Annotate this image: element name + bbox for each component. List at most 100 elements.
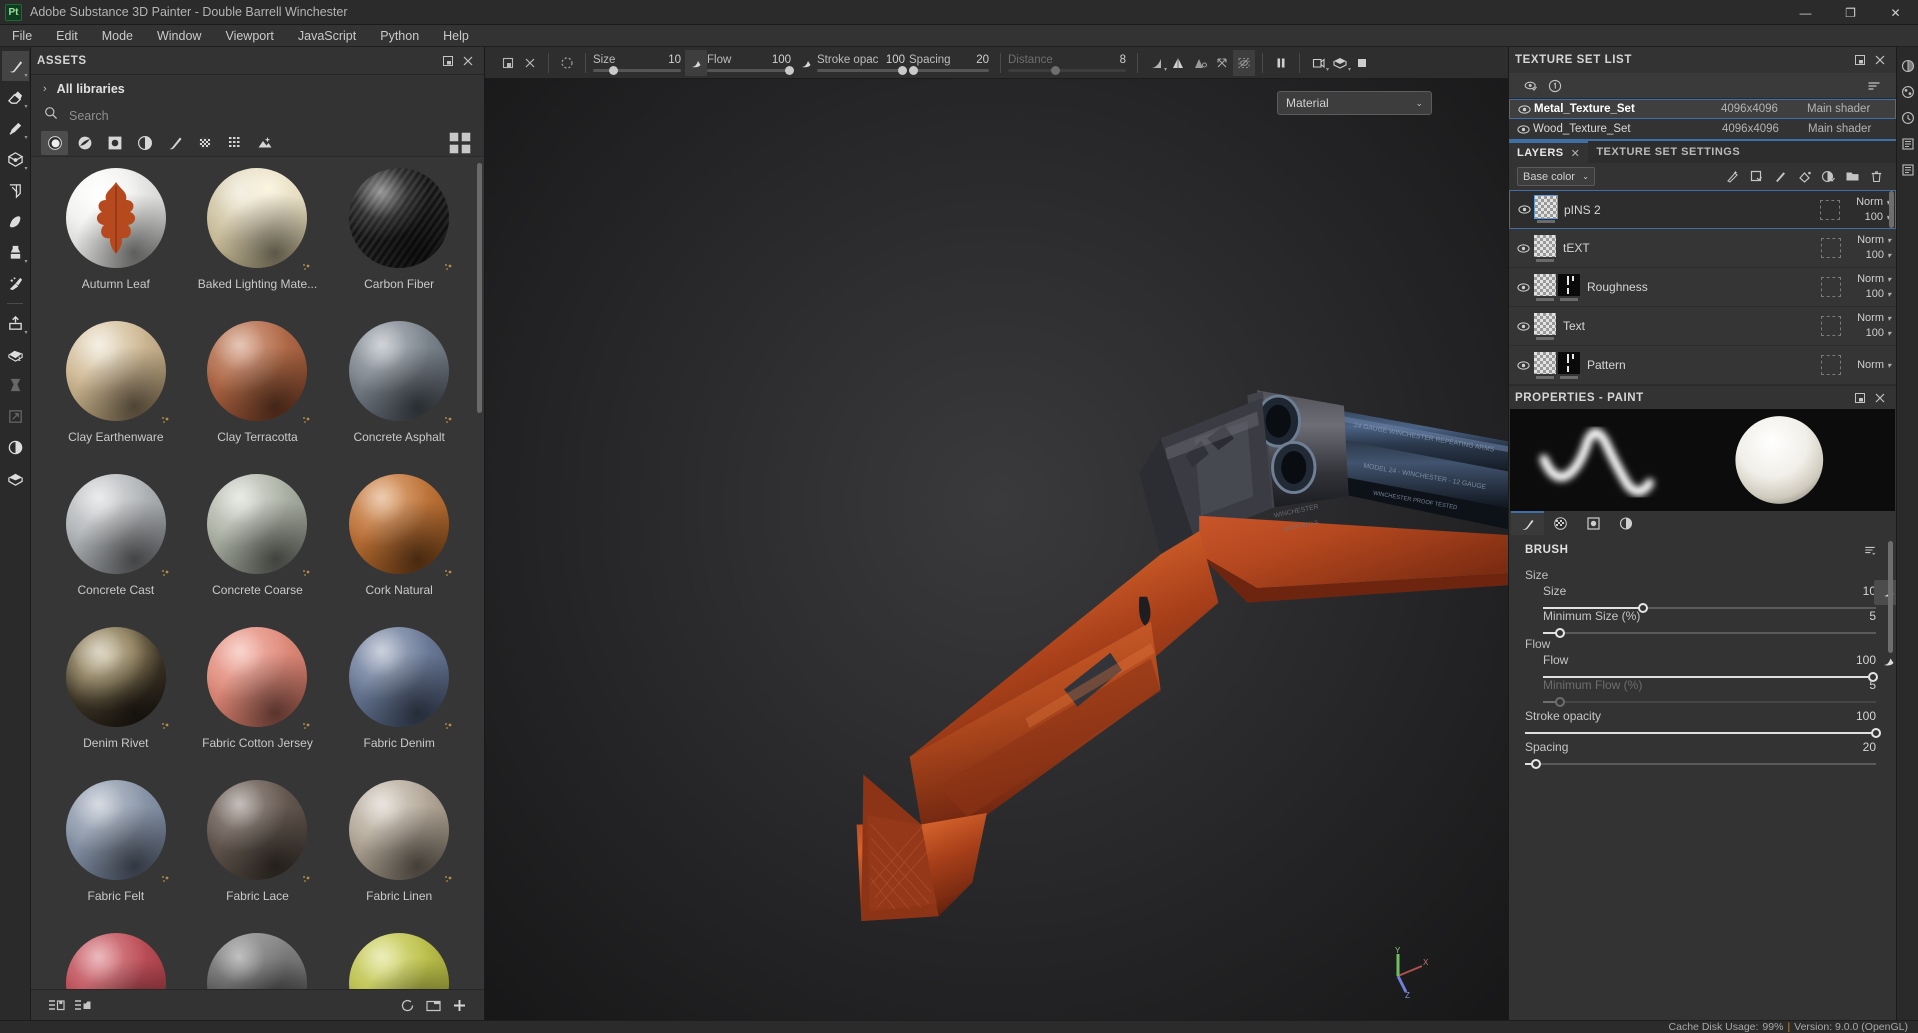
axis-gizmo[interactable]: X Y Z — [1378, 946, 1430, 998]
add-mask-icon[interactable] — [1816, 166, 1840, 188]
layer-row[interactable]: tEXT Norm ▾ 100 ▾ — [1509, 229, 1896, 268]
slider-knob[interactable] — [609, 65, 619, 75]
asset-item[interactable]: Fabric Cotton Jersey — [187, 624, 329, 772]
slider-knob[interactable] — [1530, 759, 1541, 769]
blend-mode-dropdown[interactable]: Norm ▾ — [1856, 195, 1890, 210]
eye-icon[interactable] — [1514, 104, 1534, 115]
smudge-tool[interactable] — [2, 268, 29, 298]
menu-file[interactable]: File — [0, 25, 44, 47]
layer-thumbnail[interactable] — [1534, 312, 1556, 335]
add-folder-icon[interactable] — [1840, 166, 1864, 188]
layer-thumbnail[interactable] — [1534, 195, 1558, 219]
layer-row[interactable]: Text Norm ▾ 100 ▾ — [1509, 307, 1896, 346]
particle-tool[interactable] — [2, 206, 29, 236]
asset-item[interactable]: Concrete Cast — [45, 471, 187, 619]
asset-item[interactable]: Fabric Linen — [328, 777, 470, 925]
delete-layer-icon[interactable] — [1864, 166, 1888, 188]
pressure-icon[interactable] — [1874, 649, 1896, 674]
uv-transform-tool[interactable] — [2, 401, 29, 431]
param-slider[interactable] — [1008, 65, 1126, 75]
layer-mask-thumbnail[interactable] — [1558, 273, 1580, 296]
asset-item[interactable] — [45, 930, 187, 989]
asset-item[interactable]: Baked Lighting Mate... — [187, 165, 329, 313]
close-icon[interactable]: ✕ — [1571, 147, 1581, 160]
search-input[interactable] — [69, 108, 369, 123]
menu-viewport[interactable]: Viewport — [213, 25, 285, 47]
filter-materials[interactable] — [41, 130, 68, 155]
tab-texture-set-settings[interactable]: TEXTURE SET SETTINGS — [1588, 141, 1749, 163]
layer-thumbnail[interactable] — [1534, 273, 1556, 296]
slider-knob[interactable] — [898, 65, 908, 75]
menu-help[interactable]: Help — [431, 25, 481, 47]
param-slider[interactable] — [593, 65, 681, 75]
material-picker-tool[interactable] — [2, 432, 29, 462]
layer-opacity-field[interactable]: 100 ▾ — [1866, 287, 1891, 302]
clone-stamp-tool[interactable]: ▾ — [2, 237, 29, 267]
eye-icon[interactable] — [1512, 360, 1534, 371]
slider-minimum-flow-[interactable]: Minimum Flow (%) 5 — [1511, 678, 1894, 707]
brush-cursor-preview-icon[interactable] — [556, 50, 578, 76]
symmetry-close-icon[interactable] — [519, 50, 541, 76]
projection-tool[interactable]: ▾ — [2, 113, 29, 143]
asset-item[interactable]: Clay Earthenware — [45, 318, 187, 466]
blend-mode-dropdown[interactable]: Norm ▾ — [1857, 233, 1891, 248]
float-panel-icon[interactable] — [1850, 388, 1870, 408]
3d-view-icon[interactable]: ▾ — [1329, 50, 1351, 76]
tab-material[interactable] — [1544, 511, 1577, 535]
add-icon[interactable] — [446, 993, 472, 1017]
slider-minimum-size-[interactable]: Minimum Size (%) 5 — [1511, 609, 1894, 638]
slider-track[interactable] — [1543, 628, 1876, 638]
brush-vertical-scrollbar[interactable] — [1888, 541, 1893, 653]
float-panel-icon[interactable] — [438, 51, 458, 71]
asset-item[interactable]: Autumn Leaf — [45, 165, 187, 313]
slider-size[interactable]: Size 10 — [1511, 580, 1896, 613]
layer-opacity-field[interactable]: 100 ▾ — [1865, 210, 1890, 225]
2d-view-icon[interactable] — [1351, 50, 1373, 76]
asset-item[interactable] — [328, 930, 470, 989]
open-folder-icon[interactable] — [420, 993, 446, 1017]
assets-vertical-scrollbar[interactable] — [477, 163, 482, 413]
list-options-icon[interactable] — [1862, 75, 1886, 97]
filter-textures[interactable] — [221, 131, 248, 155]
maximize-button[interactable]: ❐ — [1828, 0, 1873, 25]
close-panel-icon[interactable] — [1870, 50, 1890, 70]
add-mask-placeholder[interactable] — [1821, 316, 1841, 336]
close-button[interactable]: ✕ — [1873, 0, 1918, 25]
tab-layers[interactable]: LAYERS ✕ — [1509, 141, 1589, 163]
layer-thumbnail[interactable] — [1534, 351, 1556, 374]
slider-spacing[interactable]: Spacing 20 — [1511, 734, 1894, 769]
brush-param-distance[interactable]: Distance 8 — [1008, 47, 1126, 78]
param-slider[interactable] — [707, 65, 795, 75]
brush-param-flow[interactable]: Flow 100 — [707, 47, 795, 78]
asset-item[interactable]: Carbon Fiber — [328, 165, 470, 313]
asset-item[interactable]: Fabric Lace — [187, 777, 329, 925]
brush-param-stroke-opac[interactable]: Stroke opac 100 — [817, 47, 908, 78]
filter-smart-materials[interactable] — [71, 131, 98, 155]
add-effect-icon[interactable] — [1720, 166, 1744, 188]
new-asset-icon[interactable] — [43, 993, 69, 1017]
param-slider[interactable] — [909, 65, 989, 75]
hide-selection-icon[interactable] — [1233, 49, 1255, 76]
close-panel-icon[interactable] — [1870, 388, 1890, 408]
shader-settings-icon[interactable] — [1898, 79, 1918, 105]
library-selector[interactable]: › All libraries — [31, 75, 484, 102]
paint-brush-tool[interactable]: ▾ — [1, 51, 29, 81]
layer-row[interactable]: Roughness Norm ▾ 100 ▾ — [1509, 268, 1896, 307]
layer-opacity-field[interactable]: 100 ▾ — [1866, 248, 1891, 263]
add-mask-placeholder[interactable] — [1821, 238, 1841, 258]
asset-item[interactable]: Concrete Asphalt — [328, 318, 470, 466]
add-adjustment-icon[interactable] — [1744, 166, 1768, 188]
slider-knob[interactable] — [1051, 65, 1061, 75]
viewport-material-dropdown[interactable]: Material ⌄ — [1277, 91, 1432, 115]
grid-view-icon[interactable] — [448, 132, 472, 154]
layers-icon[interactable] — [1898, 157, 1918, 183]
eye-icon[interactable] — [1512, 243, 1534, 254]
slider-knob[interactable] — [785, 65, 795, 75]
pressure-size-icon[interactable] — [685, 49, 707, 76]
tab-alpha[interactable] — [1577, 511, 1610, 535]
layer-row[interactable]: pINS 2 Norm ▾ 100 ▾ — [1509, 190, 1896, 229]
asset-item[interactable] — [187, 930, 329, 989]
param-slider[interactable] — [817, 65, 908, 75]
import-resources-icon[interactable] — [69, 993, 95, 1017]
filter-brushes[interactable] — [161, 131, 188, 155]
